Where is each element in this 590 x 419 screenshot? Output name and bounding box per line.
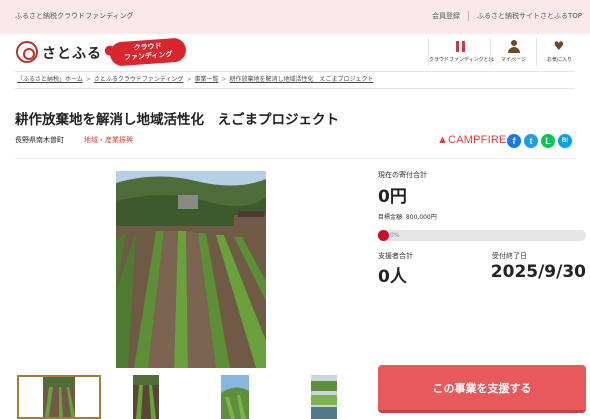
- crowdfunding-badge[interactable]: クラウド ファンディング: [109, 37, 187, 67]
- main-project-photo[interactable]: [116, 171, 266, 368]
- top-links-divider: [467, 11, 469, 21]
- nav-mypage-label: マイページ: [501, 57, 526, 63]
- thumbnail-image: [311, 375, 337, 419]
- line-share-icon[interactable]: L: [541, 134, 555, 148]
- nav-favorites-label: お気に入り: [546, 57, 572, 63]
- project-location: 長野県南木曽町: [15, 136, 64, 144]
- book-icon: [455, 41, 465, 52]
- person-icon: [507, 40, 520, 53]
- thumbnail-3[interactable]: [221, 375, 249, 419]
- badge-line-2: ファンディング: [123, 50, 173, 62]
- end-date-value: 2025/9/30: [490, 262, 586, 282]
- breadcrumb-crowdfunding[interactable]: さとふるクラウドファンディング: [94, 76, 184, 83]
- thumbnail-image: [133, 375, 159, 419]
- donation-total-label: 現在の寄付合計: [378, 171, 427, 179]
- thumbnail-2[interactable]: [133, 375, 159, 419]
- breadcrumb: 「ふるさと納税」ホーム > さとふるクラウドファンディング > 事業一覧 > 耕作放棄地を解…: [15, 71, 575, 89]
- campfire-logo-text: CAMPFIRE: [448, 134, 507, 146]
- thumbnail-image: [19, 377, 99, 417]
- supporters-total-label: 支援者合計: [378, 252, 413, 260]
- breadcrumb-project-list[interactable]: 事業一覧: [194, 76, 218, 83]
- twitter-share-icon[interactable]: t: [524, 134, 538, 148]
- share-buttons: f t L B!: [507, 134, 572, 148]
- breadcrumb-separator: >: [186, 76, 192, 83]
- project-category-tag[interactable]: 地域・産業振興: [84, 135, 133, 145]
- campfire-logo[interactable]: ▲CAMPFIRE: [437, 134, 507, 146]
- nav-about-label: クラウドファンディングとは: [429, 57, 494, 63]
- support-project-button[interactable]: この事業を支援する: [378, 365, 586, 413]
- breadcrumb-home[interactable]: 「ふるさと納税」ホーム: [17, 76, 83, 83]
- page-title: 耕作放棄地を解消し地域活性化 えごまプロジェクト: [15, 112, 339, 128]
- site-tagline: ふるさと納税クラウドファンディング: [15, 12, 134, 20]
- top-utility-bar: ふるさと納税クラウドファンディング 会員登録 ふるさと納税サイトさとふるTOP: [0, 0, 590, 34]
- header-nav: クラウドファンディングとは マイページ ♥ お気に入り: [428, 38, 582, 66]
- hatena-bookmark-icon[interactable]: B!: [558, 134, 572, 148]
- thumbnail-1[interactable]: [17, 375, 101, 419]
- breadcrumb-separator: >: [85, 76, 91, 83]
- satofull-logo-icon[interactable]: [16, 41, 38, 63]
- top-links: 会員登録 ふるさと納税サイトさとふるTOP: [432, 11, 582, 21]
- donation-total-amount: 0円: [378, 187, 407, 207]
- nav-about-crowdfunding[interactable]: クラウドファンディングとは: [428, 38, 494, 66]
- nav-mypage[interactable]: マイページ: [490, 38, 536, 66]
- register-link[interactable]: 会員登録: [432, 11, 460, 21]
- section-divider: [15, 158, 575, 159]
- site-header: さとふる クラウド ファンディング クラウドファンディングとは マイページ ♥ …: [0, 34, 590, 70]
- site-logo-text[interactable]: さとふる: [42, 43, 102, 63]
- end-date-label: 受付終了日: [492, 252, 527, 260]
- nav-favorites[interactable]: ♥ お気に入り: [536, 38, 582, 66]
- satofull-top-link[interactable]: ふるさと納税サイトさとふるTOP: [477, 11, 582, 21]
- thumbnail-image: [221, 375, 249, 419]
- flame-icon: ▲: [437, 134, 449, 146]
- thumbnail-4[interactable]: [311, 375, 337, 419]
- progress-percent-text: 0%: [390, 232, 400, 239]
- breadcrumb-separator: >: [221, 76, 227, 83]
- facebook-share-icon[interactable]: f: [507, 134, 521, 148]
- breadcrumb-current[interactable]: 耕作放棄地を解消し地域活性化 えごまプロジェクト: [230, 76, 374, 83]
- thumbnail-strip: [15, 375, 345, 419]
- field-photo-image: [116, 171, 266, 368]
- progress-marker: [378, 230, 389, 241]
- goal-amount: 目標金額: 800,000円: [378, 214, 437, 221]
- funding-progress-bar: [378, 230, 586, 241]
- heart-icon: ♥: [553, 39, 565, 53]
- supporters-total-count: 0人: [378, 267, 407, 287]
